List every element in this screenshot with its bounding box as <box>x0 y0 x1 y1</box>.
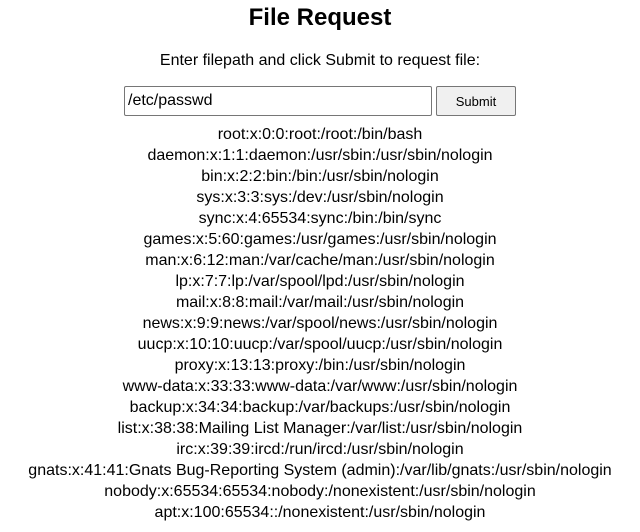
page-title: File Request <box>248 4 392 31</box>
output-line: gnats:x:41:41:Gnats Bug-Reporting System… <box>28 462 612 479</box>
output-line: proxy:x:13:13:proxy:/bin:/usr/sbin/nolog… <box>174 357 466 374</box>
output-line: mail:x:8:8:mail:/var/mail:/usr/sbin/nolo… <box>175 294 465 311</box>
filepath-input[interactable] <box>124 86 432 116</box>
output-line: daemon:x:1:1:daemon:/usr/sbin:/usr/sbin/… <box>147 147 493 164</box>
output-line: games:x:5:60:games:/usr/games:/usr/sbin/… <box>143 231 497 248</box>
output-line: root:x:0:0:root:/root:/bin/bash <box>217 126 423 143</box>
output-line: lp:x:7:7:lp:/var/spool/lpd:/usr/sbin/nol… <box>175 273 465 290</box>
output-line: news:x:9:9:news:/var/spool/news:/usr/sbi… <box>142 315 498 332</box>
output-line: nobody:x:65534:65534:nobody:/nonexistent… <box>104 483 536 500</box>
output-line: sys:x:3:3:sys:/dev:/usr/sbin/nologin <box>196 189 444 206</box>
output-line: uucp:x:10:10:uucp:/var/spool/uucp:/usr/s… <box>137 336 503 353</box>
file-request-form: Submit <box>0 85 640 117</box>
output-line: apt:x:100:65534::/nonexistent:/usr/sbin/… <box>154 504 486 521</box>
output-line: bin:x:2:2:bin:/bin:/usr/sbin/nologin <box>201 168 439 185</box>
output-line: sync:x:4:65534:sync:/bin:/bin/sync <box>198 210 442 227</box>
output-line: www-data:x:33:33:www-data:/var/www:/usr/… <box>122 378 518 395</box>
output-line: man:x:6:12:man:/var/cache/man:/usr/sbin/… <box>145 252 495 269</box>
file-request-page: File Request Enter filepath and click Su… <box>0 0 640 523</box>
output-line: list:x:38:38:Mailing List Manager:/var/l… <box>117 420 523 437</box>
instructions-text: Enter filepath and click Submit to reque… <box>159 52 481 69</box>
output-line: irc:x:39:39:ircd:/run/ircd:/usr/sbin/nol… <box>176 441 464 458</box>
file-contents-output: root:x:0:0:root:/root:/bin/bash daemon:x:… <box>0 124 640 523</box>
submit-button[interactable]: Submit <box>436 86 516 116</box>
output-line: backup:x:34:34:backup:/var/backups:/usr/… <box>129 399 511 416</box>
